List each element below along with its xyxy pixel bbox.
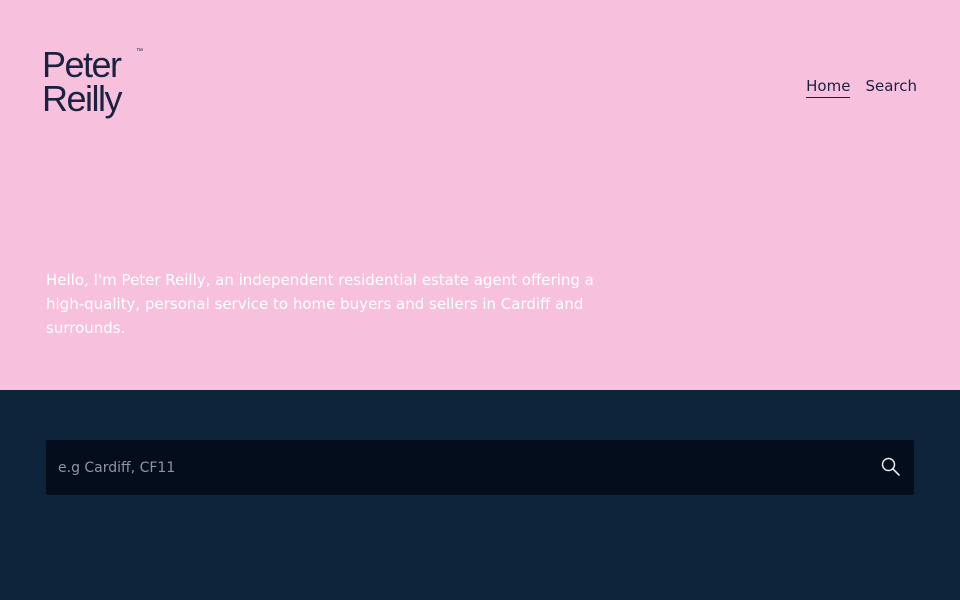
intro-text: Hello, I'm Peter Reilly, an independent … — [46, 271, 594, 337]
search-section — [0, 390, 960, 600]
nav-home-link[interactable]: Home — [806, 76, 851, 98]
search-icon — [881, 457, 900, 476]
hero-section: Peter Reilly ™ Home Search Hello, I'm Pe… — [0, 0, 960, 390]
search-input[interactable] — [46, 440, 846, 495]
logo-trademark: ™ — [136, 48, 143, 55]
logo-last-name: Reilly — [42, 78, 123, 119]
search-button[interactable] — [880, 456, 902, 478]
main-nav: Home Search — [806, 76, 917, 98]
nav-search-link[interactable]: Search — [865, 76, 917, 98]
logo[interactable]: Peter Reilly ™ — [42, 47, 152, 124]
search-box — [46, 440, 914, 495]
